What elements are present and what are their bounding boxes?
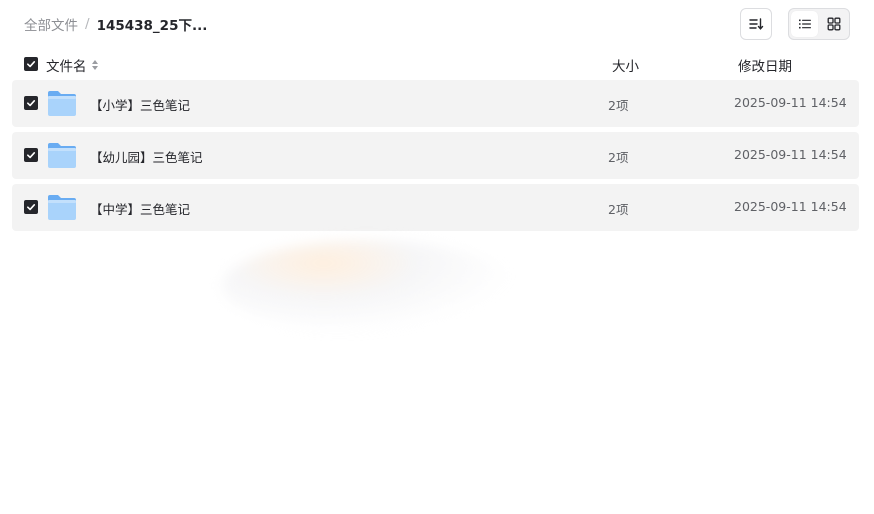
file-modified-date: 2025-09-11 14:54 [734, 95, 847, 110]
breadcrumb: 全部文件 / 145438_25下... [24, 14, 208, 34]
file-row[interactable]: 【幼儿园】三色笔记 2项 2025-09-11 14:54 [12, 132, 859, 179]
grid-view-icon [827, 17, 840, 31]
grid-view-button[interactable] [820, 11, 847, 37]
file-size: 2项 [608, 150, 629, 165]
file-name[interactable]: 【小学】三色笔记 [90, 95, 190, 114]
folder-icon [48, 143, 76, 168]
background-glow [222, 240, 512, 332]
list-view-button[interactable] [791, 11, 818, 37]
file-list-header: 文件名 大小 修改日期 [0, 52, 874, 76]
name-column-label: 文件名 [46, 59, 87, 75]
list-view-icon [798, 19, 811, 29]
folder-icon [48, 91, 76, 116]
file-browser: 全部文件 / 145438_25下... 文件名 大小 修改日期 【小学】三色笔… [0, 0, 874, 514]
check-icon [26, 151, 36, 159]
check-icon [26, 99, 36, 107]
row-checkbox[interactable] [24, 200, 38, 214]
folder-icon [48, 195, 76, 220]
select-all-checkbox[interactable] [24, 57, 38, 71]
file-size: 2项 [608, 98, 629, 113]
sort-descending-icon [749, 18, 764, 30]
file-modified-date: 2025-09-11 14:54 [734, 147, 847, 162]
breadcrumb-root-link[interactable]: 全部文件 [24, 14, 78, 34]
name-column-header[interactable]: 文件名 [46, 55, 99, 75]
view-mode-toggle [788, 8, 850, 40]
file-modified-date: 2025-09-11 14:54 [734, 199, 847, 214]
date-column-header: 修改日期 [738, 59, 792, 75]
file-name[interactable]: 【幼儿园】三色笔记 [90, 147, 203, 166]
sort-button[interactable] [740, 8, 772, 40]
file-size: 2项 [608, 202, 629, 217]
check-icon [26, 60, 36, 68]
check-icon [26, 203, 36, 211]
row-checkbox[interactable] [24, 148, 38, 162]
breadcrumb-current-folder: 145438_25下... [96, 18, 208, 34]
file-row[interactable]: 【中学】三色笔记 2项 2025-09-11 14:54 [12, 184, 859, 231]
sort-toggle-icon [91, 60, 98, 70]
file-row[interactable]: 【小学】三色笔记 2项 2025-09-11 14:54 [12, 80, 859, 127]
file-name[interactable]: 【中学】三色笔记 [90, 199, 190, 218]
breadcrumb-separator: / [85, 16, 90, 32]
size-column-header: 大小 [612, 59, 639, 75]
row-checkbox[interactable] [24, 96, 38, 110]
